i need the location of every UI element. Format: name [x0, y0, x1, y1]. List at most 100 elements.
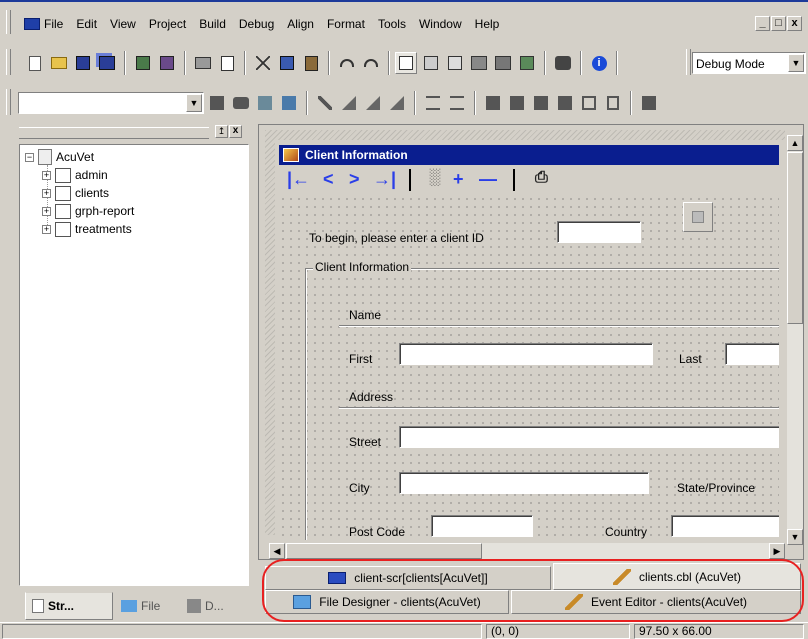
project-icon[interactable]	[132, 52, 154, 74]
properties-icon[interactable]	[254, 92, 276, 114]
mode-select[interactable]: Debug Mode ▼	[692, 52, 806, 74]
grid-a-icon[interactable]	[482, 92, 504, 114]
tab-client-screen[interactable]: client-scr[clients[AcuVet]]	[265, 566, 551, 590]
tab-file[interactable]: File	[115, 592, 179, 620]
menu-align[interactable]: Align	[287, 17, 314, 31]
horizontal-scroll-thumb[interactable]	[286, 543, 482, 559]
split-view-icon[interactable]	[444, 52, 466, 74]
tab-file-designer[interactable]: File Designer - clients(AcuVet)	[265, 590, 509, 614]
object-combo[interactable]: ▼	[18, 92, 204, 114]
align-top-icon[interactable]	[422, 92, 444, 114]
client-id-input[interactable]	[557, 221, 641, 243]
menu-window[interactable]: Window	[419, 17, 462, 31]
last-record-icon[interactable]: →|	[373, 169, 396, 190]
scroll-left-icon[interactable]: ◀	[269, 543, 285, 559]
save-icon[interactable]	[72, 52, 94, 74]
mdi-restore-button[interactable]: □	[771, 16, 786, 31]
last-name-input[interactable]	[725, 343, 779, 365]
postcode-input[interactable]	[431, 515, 533, 537]
screen-icon[interactable]	[638, 92, 660, 114]
bevel-tool-icon[interactable]	[362, 92, 384, 114]
expand-icon[interactable]: +	[42, 206, 51, 216]
project-tree[interactable]: − AcuVet + admin + clients + grph-report…	[19, 144, 249, 586]
scroll-up-icon[interactable]: ▲	[787, 135, 803, 151]
form-title-bar[interactable]: Client Information	[279, 145, 779, 165]
mdi-minimize-button[interactable]: _	[755, 16, 770, 31]
grid-b-icon[interactable]	[506, 92, 528, 114]
info-icon[interactable]: i	[588, 52, 610, 74]
chevron-down-icon[interactable]: ▼	[788, 54, 804, 72]
expand-icon[interactable]: +	[42, 170, 51, 180]
run-icon[interactable]	[516, 52, 538, 74]
bracket-icon[interactable]	[578, 92, 600, 114]
menu-edit[interactable]: Edit	[76, 17, 97, 31]
design-view-icon[interactable]	[395, 52, 417, 74]
first-name-input[interactable]	[399, 343, 653, 365]
line-tool-icon[interactable]	[314, 92, 336, 114]
horizontal-scrollbar[interactable]: ◀ ▶	[269, 543, 785, 559]
toolbar-grip[interactable]	[6, 49, 11, 75]
panel-close-button[interactable]: x	[229, 125, 242, 138]
vertical-scroll-thumb[interactable]	[787, 152, 803, 324]
vertical-scrollbar[interactable]: ▲ ▼	[787, 135, 803, 545]
panel-dock-button[interactable]: ↥	[215, 125, 228, 138]
control-icon[interactable]	[206, 92, 228, 114]
country-input[interactable]	[671, 515, 779, 537]
grid-c-icon[interactable]	[530, 92, 552, 114]
tab-data[interactable]: D...	[181, 592, 245, 620]
redo-icon[interactable]	[360, 52, 382, 74]
page-icon[interactable]	[602, 92, 624, 114]
next-record-icon[interactable]: >	[349, 169, 360, 190]
expand-icon[interactable]: +	[42, 224, 51, 234]
cut-icon[interactable]	[252, 52, 274, 74]
tab-clients-cbl[interactable]: clients.cbl (AcuVet)	[553, 563, 801, 590]
paste-icon[interactable]	[300, 52, 322, 74]
new-file-icon[interactable]	[24, 52, 46, 74]
layout-icon[interactable]	[278, 92, 300, 114]
undo-icon[interactable]	[336, 52, 358, 74]
menu-grip[interactable]	[6, 10, 11, 34]
menu-build[interactable]: Build	[199, 17, 226, 31]
tree-item-grph-report[interactable]: + grph-report	[42, 203, 134, 219]
lookup-button[interactable]	[683, 202, 713, 232]
workspace-icon[interactable]	[156, 52, 178, 74]
print-icon[interactable]: ⎙	[535, 169, 548, 187]
grid-d-icon[interactable]	[554, 92, 576, 114]
find-icon[interactable]	[552, 52, 574, 74]
client-information-form[interactable]: Client Information |← < > →| ░ + — ⎙ To …	[279, 145, 779, 540]
expand-icon[interactable]: +	[42, 188, 51, 198]
menu-view[interactable]: View	[110, 17, 136, 31]
first-record-icon[interactable]: |←	[287, 169, 310, 190]
align-bottom-icon[interactable]	[446, 92, 468, 114]
tree-item-treatments[interactable]: + treatments	[42, 221, 132, 237]
new-record-icon[interactable]: ░	[429, 169, 440, 187]
binoculars-icon[interactable]	[230, 92, 252, 114]
tab-event-editor[interactable]: Event Editor - clients(AcuVet)	[511, 590, 801, 614]
tab-structure[interactable]: Str...	[25, 592, 113, 620]
print-preview-icon[interactable]	[216, 52, 238, 74]
scroll-right-icon[interactable]: ▶	[769, 543, 785, 559]
form-canvas[interactable]: To begin, please enter a client ID Clien…	[279, 195, 779, 540]
menu-tools[interactable]: Tools	[378, 17, 406, 31]
fill-tool-icon[interactable]	[338, 92, 360, 114]
panel-grip[interactable]	[19, 127, 209, 139]
tree-item-clients[interactable]: + clients	[42, 185, 109, 201]
menu-file[interactable]: File	[44, 17, 63, 31]
menu-debug[interactable]: Debug	[239, 17, 274, 31]
save-all-icon[interactable]	[96, 52, 118, 74]
shadow-tool-icon[interactable]	[386, 92, 408, 114]
mdi-close-button[interactable]: x	[787, 16, 802, 31]
toolbar2-grip[interactable]	[6, 89, 11, 115]
tree-root[interactable]: − AcuVet	[25, 149, 94, 165]
build-icon[interactable]	[492, 52, 514, 74]
open-folder-icon[interactable]	[48, 52, 70, 74]
menu-format[interactable]: Format	[327, 17, 365, 31]
app-icon[interactable]	[24, 18, 40, 30]
scroll-down-icon[interactable]: ▼	[787, 529, 803, 545]
chevron-down-icon[interactable]: ▼	[186, 94, 202, 112]
code-view-icon[interactable]	[420, 52, 442, 74]
previous-record-icon[interactable]: <	[323, 169, 334, 190]
collapse-icon[interactable]: −	[25, 152, 34, 162]
delete-record-icon[interactable]: —	[479, 169, 497, 190]
tree-item-admin[interactable]: + admin	[42, 167, 108, 183]
